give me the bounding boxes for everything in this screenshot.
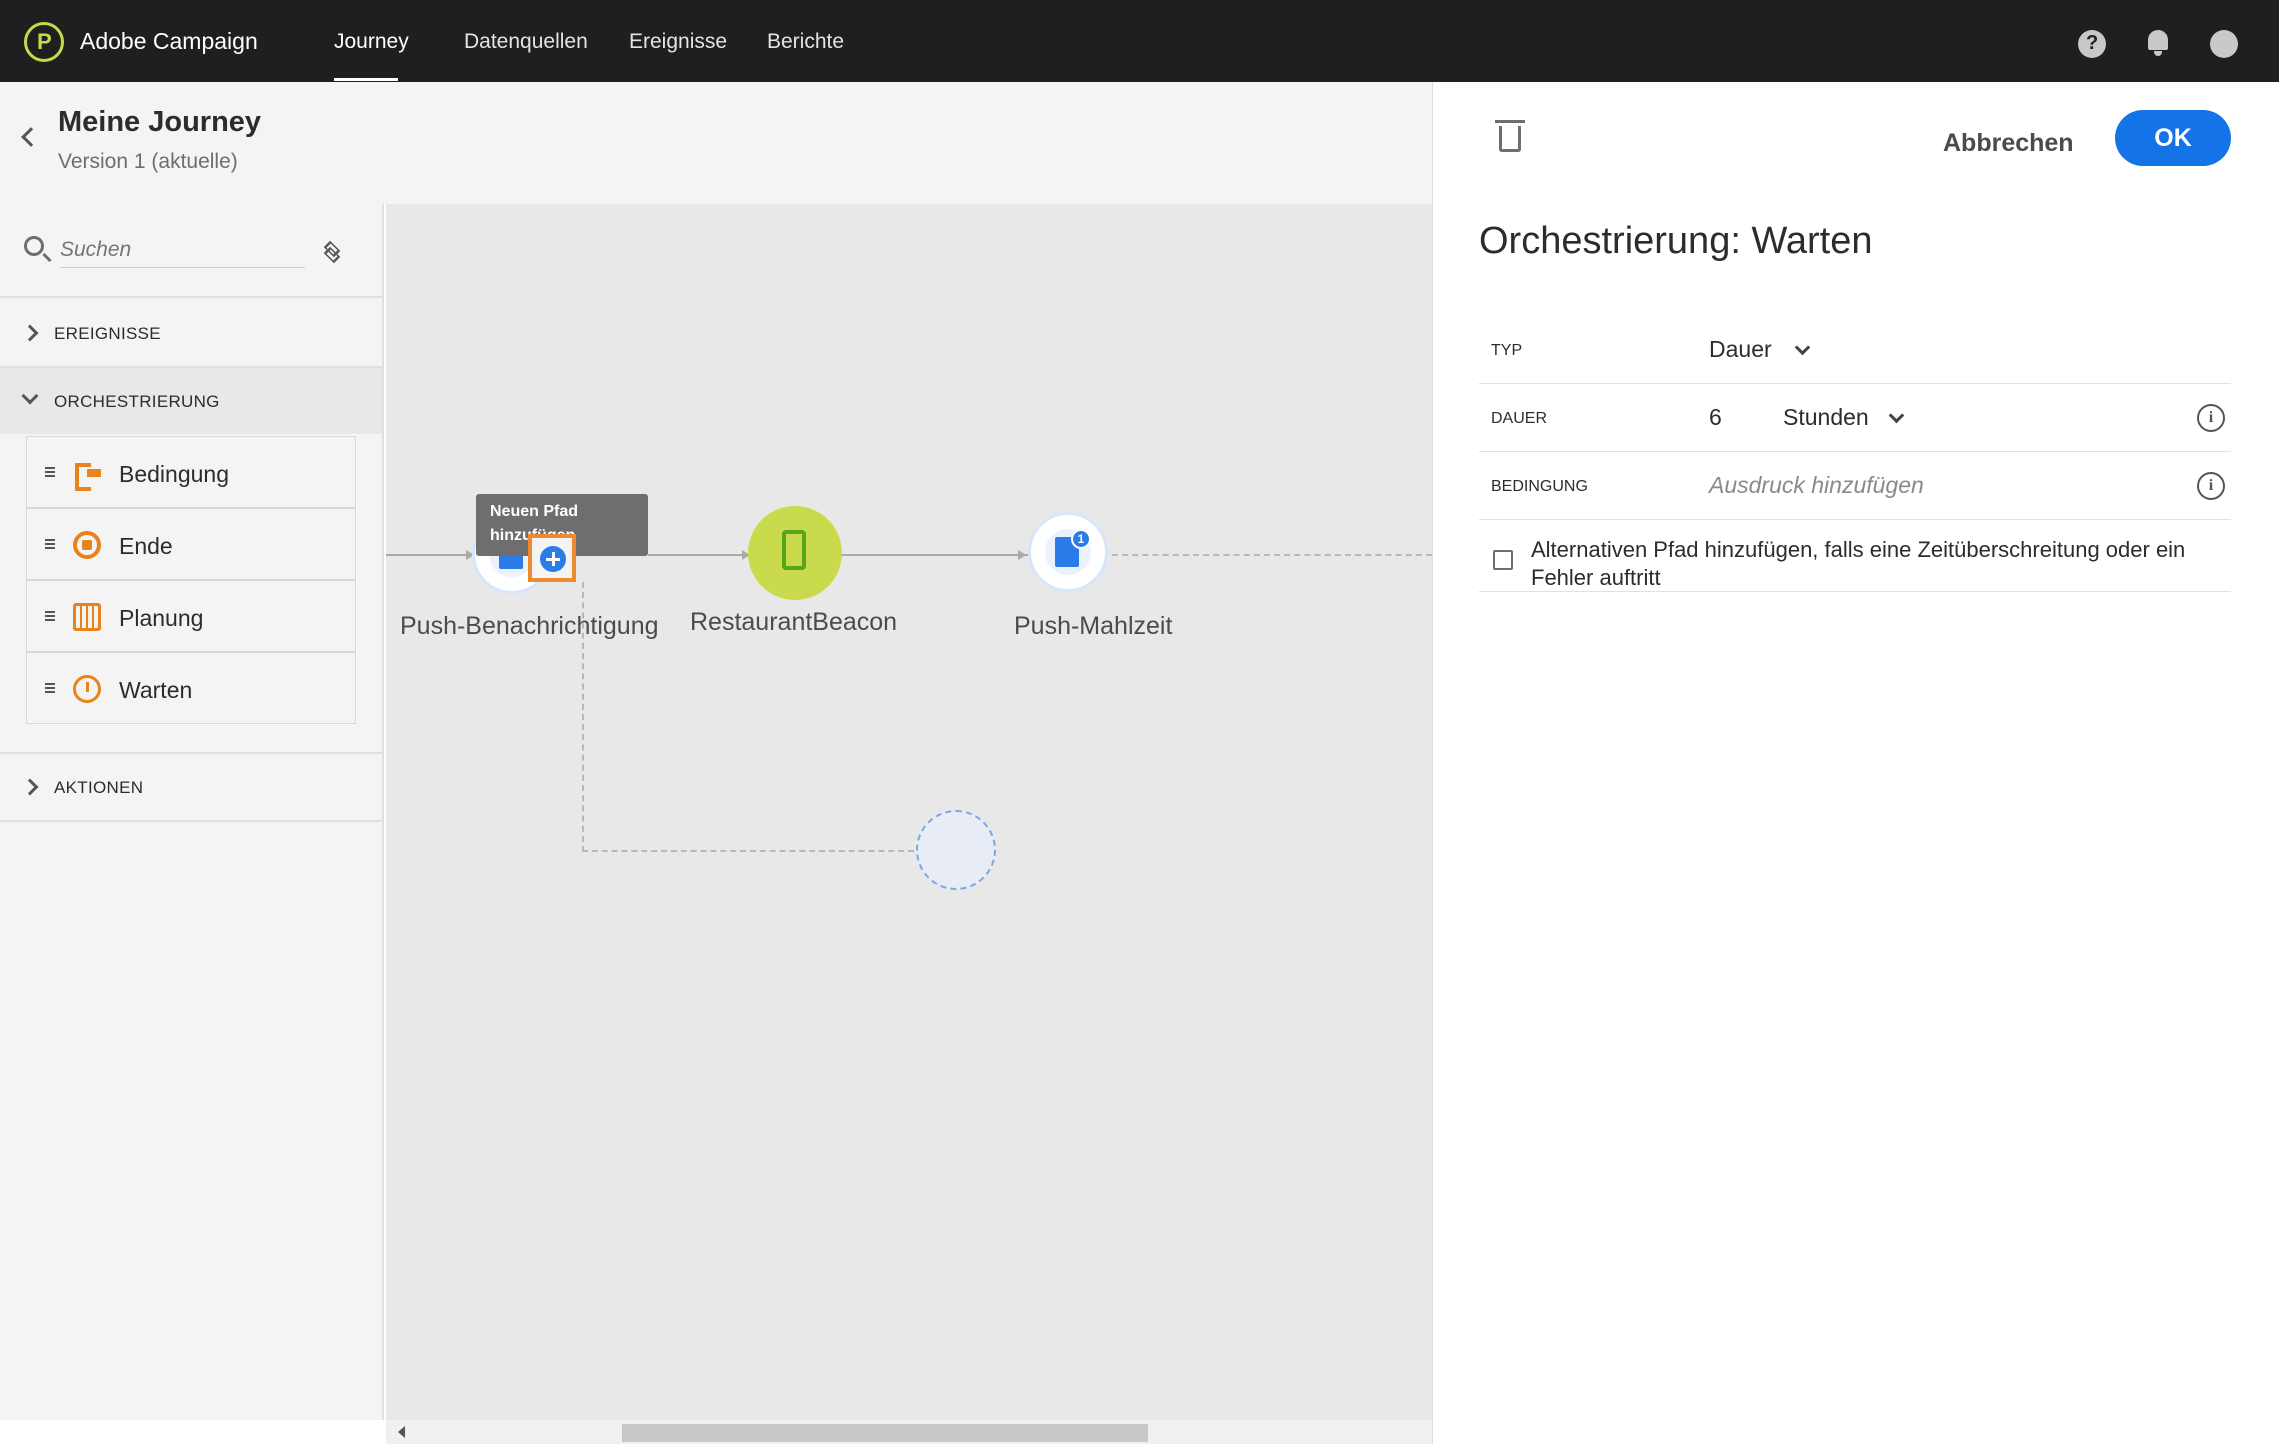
alt-path-checkbox[interactable] bbox=[1493, 550, 1513, 570]
section-label: AKTIONEN bbox=[54, 778, 144, 797]
duration-value-input[interactable]: 6 bbox=[1709, 404, 1722, 431]
mobile-phone-icon bbox=[782, 530, 806, 570]
scroll-left-arrow-icon[interactable] bbox=[398, 1426, 405, 1438]
divider bbox=[0, 820, 382, 822]
help-icon[interactable] bbox=[2078, 30, 2106, 58]
nav-berichte[interactable]: Berichte bbox=[767, 30, 844, 54]
drag-handle-icon[interactable] bbox=[45, 687, 55, 689]
nav-journey[interactable]: Journey bbox=[334, 30, 409, 54]
top-navigation-bar: Adobe Campaign Journey Datenquellen Erei… bbox=[0, 0, 2279, 82]
dashed-branch-line bbox=[582, 850, 914, 852]
clock-icon bbox=[73, 675, 101, 703]
divider bbox=[0, 296, 382, 298]
field-label: DAUER bbox=[1491, 410, 1548, 427]
journey-title: Meine Journey bbox=[58, 106, 262, 138]
palette-item-warten[interactable]: Warten bbox=[26, 652, 356, 724]
push-meal-node[interactable]: 1 bbox=[1028, 512, 1108, 592]
node-badge: 1 bbox=[1071, 529, 1091, 549]
notification-bell-icon[interactable] bbox=[2146, 30, 2170, 56]
duration-unit-dropdown[interactable]: Stunden bbox=[1783, 404, 1869, 431]
info-icon[interactable]: i bbox=[2197, 472, 2225, 500]
journey-canvas[interactable]: Push-Benachrichtigung Neuen Pfad hinzufü… bbox=[386, 204, 1432, 1420]
palette-item-label: Ende bbox=[119, 533, 173, 559]
drag-handle-icon[interactable] bbox=[45, 543, 55, 545]
section-label: EREIGNISSE bbox=[54, 324, 161, 343]
field-row-duration: DAUER 6 Stunden i bbox=[1479, 384, 2231, 452]
panel-title: Orchestrierung: Warten bbox=[1479, 220, 1873, 262]
plus-circle-icon bbox=[540, 546, 566, 572]
active-nav-indicator bbox=[334, 78, 398, 81]
search-input[interactable] bbox=[60, 232, 305, 268]
section-aktionen[interactable]: AKTIONEN bbox=[0, 754, 382, 820]
palette-item-label: Warten bbox=[119, 677, 193, 703]
adobe-campaign-logo[interactable] bbox=[24, 22, 64, 62]
field-row-alt-path: Alternativen Pfad hinzufügen, falls eine… bbox=[1479, 520, 2231, 592]
activity-palette: EREIGNISSE ORCHESTRIERUNG Bedingung Ende… bbox=[0, 204, 384, 1420]
section-label: ORCHESTRIERUNG bbox=[54, 392, 220, 411]
chevron-down-icon[interactable] bbox=[1888, 407, 1905, 424]
palette-item-label: Bedingung bbox=[119, 461, 229, 487]
palette-item-bedingung[interactable]: Bedingung bbox=[26, 436, 356, 508]
horizontal-scrollbar[interactable] bbox=[386, 1420, 1432, 1444]
back-chevron-icon[interactable] bbox=[21, 127, 41, 147]
calendar-icon bbox=[73, 603, 101, 631]
node-label: RestaurantBeacon bbox=[690, 608, 898, 636]
type-dropdown[interactable]: Dauer bbox=[1709, 336, 1772, 363]
drag-handle-icon[interactable] bbox=[45, 471, 55, 473]
ok-button[interactable]: OK bbox=[2115, 110, 2231, 166]
chevron-right-icon bbox=[21, 778, 39, 796]
layers-icon[interactable] bbox=[320, 238, 346, 264]
palette-item-label: Planung bbox=[119, 605, 204, 631]
field-row-type: TYP Dauer bbox=[1479, 316, 2231, 384]
add-path-button[interactable] bbox=[528, 534, 576, 582]
chevron-down-icon[interactable] bbox=[1794, 339, 1811, 356]
empty-activity-placeholder[interactable] bbox=[916, 810, 996, 890]
end-icon bbox=[73, 531, 101, 559]
alt-path-label[interactable]: Alternativen Pfad hinzufügen, falls eine… bbox=[1531, 536, 2221, 592]
field-label: BEDINGUNG bbox=[1491, 478, 1588, 495]
cancel-button[interactable]: Abbrechen bbox=[1943, 120, 2074, 166]
nav-ereignisse[interactable]: Ereignisse bbox=[629, 30, 727, 54]
chevron-right-icon bbox=[21, 324, 39, 342]
journey-version: Version 1 (aktuelle) bbox=[58, 150, 238, 173]
condition-icon bbox=[73, 459, 101, 491]
connector-line bbox=[386, 554, 466, 556]
info-icon[interactable]: i bbox=[2197, 404, 2225, 432]
condition-expression-input[interactable]: Ausdruck hinzufügen bbox=[1709, 472, 1924, 499]
activity-properties-panel: Abbrechen OK Orchestrierung: Warten TYP … bbox=[1432, 82, 2279, 1444]
field-label: TYP bbox=[1491, 342, 1523, 359]
app-name: Adobe Campaign bbox=[80, 28, 258, 54]
section-orchestrierung[interactable]: ORCHESTRIERUNG bbox=[0, 368, 382, 434]
palette-item-planung[interactable]: Planung bbox=[26, 580, 356, 652]
connector-arrow bbox=[1018, 550, 1026, 560]
node-label: Push-Mahlzeit bbox=[1014, 612, 1173, 640]
node-label: Push-Benachrichtigung bbox=[400, 612, 659, 640]
restaurant-beacon-node[interactable] bbox=[748, 506, 842, 600]
nav-datenquellen[interactable]: Datenquellen bbox=[464, 30, 588, 54]
dashed-connector bbox=[1112, 554, 1432, 556]
palette-item-ende[interactable]: Ende bbox=[26, 508, 356, 580]
journey-header: Meine Journey Version 1 (aktuelle) bbox=[0, 82, 1432, 204]
drag-handle-icon[interactable] bbox=[45, 615, 55, 617]
user-avatar-icon[interactable] bbox=[2210, 30, 2238, 58]
scrollbar-thumb[interactable] bbox=[622, 1424, 1148, 1442]
search-icon bbox=[24, 236, 44, 256]
trash-icon[interactable] bbox=[1495, 120, 1525, 152]
chevron-down-icon bbox=[21, 387, 39, 405]
field-row-condition: BEDINGUNG Ausdruck hinzufügen i bbox=[1479, 452, 2231, 520]
section-ereignisse[interactable]: EREIGNISSE bbox=[0, 300, 382, 366]
